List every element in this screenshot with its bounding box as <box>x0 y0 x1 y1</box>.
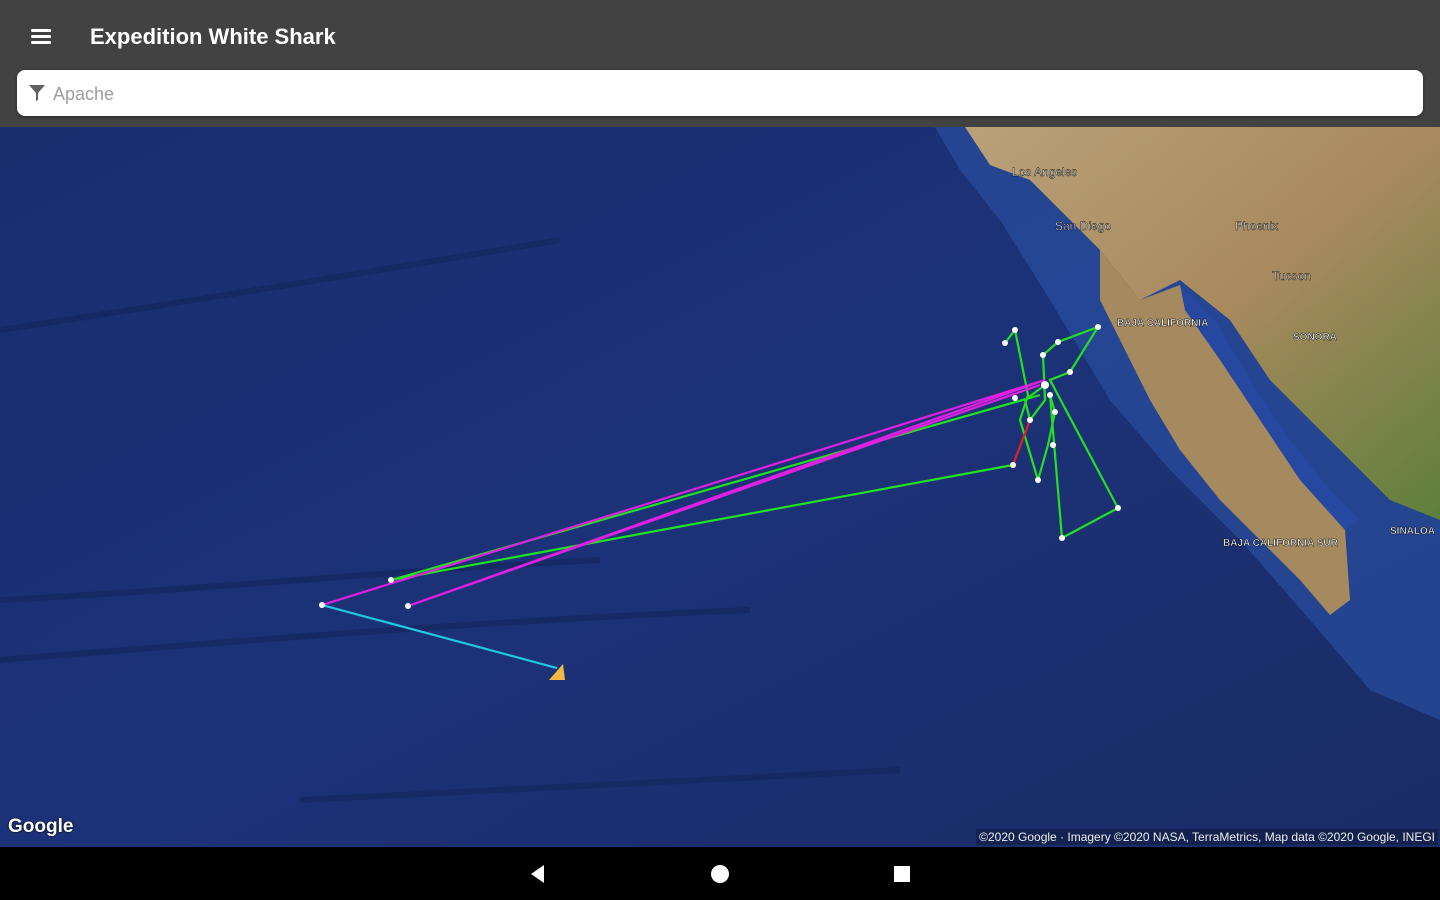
map-canvas[interactable]: Los Angeles San Diego Phoenix Tucson BAJ… <box>0 127 1440 847</box>
map-view[interactable]: Los Angeles San Diego Phoenix Tucson BAJ… <box>0 127 1440 847</box>
map-label: SINALOA <box>1390 526 1435 537</box>
system-nav-bar <box>0 847 1440 900</box>
filter-icon <box>29 85 45 101</box>
map-label: Tucson <box>1272 269 1311 283</box>
map-label: Los Angeles <box>1012 165 1077 179</box>
map-label: BAJA CALIFORNIA SUR <box>1223 538 1339 549</box>
map-attribution[interactable]: ©2020 Google · Imagery ©2020 NASA, Terra… <box>976 829 1438 845</box>
map-label: BAJA CALIFORNIA <box>1117 318 1208 329</box>
search-input[interactable] <box>51 78 1405 110</box>
map-label: Phoenix <box>1235 219 1278 233</box>
menu-button[interactable] <box>22 20 60 54</box>
map-label: San Diego <box>1055 219 1111 233</box>
map-label: SONORA <box>1293 332 1337 343</box>
home-circle-icon[interactable] <box>706 860 734 888</box>
app-title: Expedition White Shark <box>90 24 336 49</box>
app-bar: Expedition White Shark <box>0 0 1440 127</box>
search-bar[interactable] <box>17 70 1423 116</box>
recents-square-icon[interactable] <box>888 860 916 888</box>
back-triangle-icon[interactable] <box>524 860 552 888</box>
google-logo: Google <box>8 816 74 837</box>
hamburger-icon <box>31 29 51 32</box>
